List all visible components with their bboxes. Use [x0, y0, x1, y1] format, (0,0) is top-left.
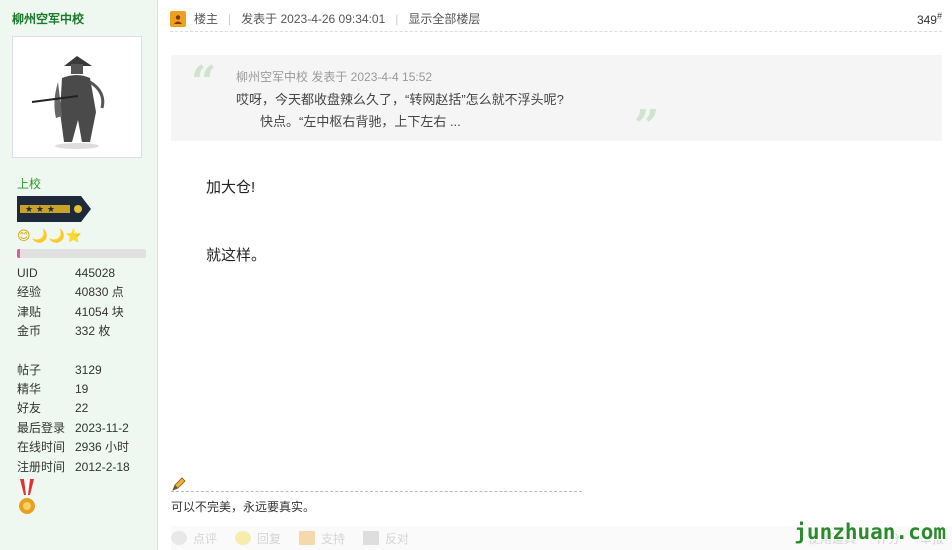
rank-insignia-icon: ★ ★ ★ — [17, 196, 91, 222]
stat-last-login: 最后登录 2023-11-2 — [17, 419, 152, 438]
oppose-button[interactable]: 反对 — [363, 530, 409, 547]
floor-number-value: 349 — [916, 12, 937, 27]
stat-label: UID — [17, 266, 38, 280]
stat-gold: 金币 332 枚 — [17, 322, 152, 341]
support-label: 支持 — [321, 531, 346, 546]
stat-registered: 注册时间 2012-2-18 — [17, 458, 152, 477]
stat-allowance: 津贴 41054 块 — [17, 303, 152, 322]
stat-value: 41054 块 — [75, 304, 124, 319]
medal-badge-icon[interactable] — [17, 479, 37, 517]
stat-value[interactable]: 19 — [75, 380, 88, 399]
oppose-label: 反对 — [385, 531, 410, 546]
posted-prefix: 发表于 — [241, 12, 278, 26]
medal-icons: 😊🌙🌙⭐ — [17, 228, 84, 243]
reply-button[interactable]: 回复 — [235, 530, 281, 547]
stat-label: 经验 — [17, 285, 42, 300]
stat-online-time: 在线时间 2936 小时 — [17, 438, 152, 457]
stat-value[interactable]: 22 — [75, 399, 88, 418]
thumbs-up-icon — [299, 531, 316, 545]
author-sidebar: 柳州空军中校 上校 ★ ★ ★ 😊🌙🌙⭐ UID 445028 经验 40830 点… — [0, 0, 158, 550]
avatar[interactable] — [12, 36, 142, 158]
reply-label: 回复 — [257, 531, 282, 546]
signature-text: 可以不完美，永远要真实。 — [171, 500, 316, 514]
post-main: 楼主 | 发表于 2023-4-26 09:34:01 | 显示全部楼层 349… — [158, 0, 952, 550]
stat-value: 2023-11-2 — [75, 420, 129, 435]
author-name[interactable]: 柳州空军中校 — [12, 10, 84, 27]
post-header: 楼主 | 发表于 2023-4-26 09:34:01 | 显示全部楼层 349… — [170, 6, 942, 32]
stat-experience: 经验 40830 点 — [17, 283, 152, 302]
post-content-line: 加大仓! — [206, 179, 256, 196]
support-button[interactable]: 支持 — [299, 530, 345, 547]
avatar-image — [31, 56, 105, 149]
stat-label: 好友 — [17, 401, 42, 416]
quote-line: 快点。“左中枢右背驰，上下左右 ... — [260, 114, 461, 129]
stat-uid: UID 445028 — [17, 264, 152, 283]
comment-button[interactable]: 点评 — [171, 530, 217, 547]
comment-label: 点评 — [193, 531, 218, 546]
floor-hash: # — [936, 10, 942, 21]
stat-value: 332 枚 — [75, 324, 111, 339]
stat-label: 最后登录 — [17, 420, 66, 435]
poster-label: 楼主 — [194, 12, 219, 26]
stat-value[interactable]: 3129 — [75, 361, 102, 380]
stat-value: 40830 点 — [75, 285, 124, 300]
stat-label: 津贴 — [17, 304, 42, 319]
stat-label: 金币 — [17, 324, 42, 339]
reply-icon — [235, 531, 252, 545]
header-divider: | — [228, 11, 232, 26]
signature-divider — [171, 491, 582, 492]
stat-value: 2936 小时 — [75, 440, 130, 455]
level-progress-bar — [17, 249, 146, 258]
level-progress-fill — [17, 249, 20, 258]
show-all-floors-link[interactable]: 显示全部楼层 — [408, 10, 480, 27]
poster-icon — [170, 10, 186, 27]
author-stats: UID 445028 经验 40830 点 津贴 41054 块 金币 332 枚 帖子… — [17, 264, 152, 477]
stat-label: 帖子 — [17, 362, 42, 377]
pencil-icon — [172, 477, 186, 491]
stat-posts: 帖子 3129 — [17, 361, 152, 380]
thumbs-down-icon — [363, 531, 380, 545]
quote-open-icon: “ — [191, 57, 217, 108]
stat-friends: 好友 22 — [17, 399, 152, 418]
quote-meta[interactable]: 柳州空军中校 发表于 2023-4-4 15:52 — [236, 68, 432, 85]
stat-value: 2012-2-18 — [75, 459, 130, 474]
stat-label: 精华 — [17, 381, 42, 396]
site-watermark: junzhuan.com — [794, 520, 946, 544]
stat-value[interactable]: 445028 — [75, 264, 115, 283]
quote-block: “ 柳州空军中校 发表于 2023-4-4 15:52 哎呀，今天都收盘辣么久了… — [171, 55, 942, 152]
header-divider: | — [395, 11, 399, 26]
quote-close-icon: ” — [634, 101, 660, 152]
comment-icon — [171, 531, 187, 545]
floor-number[interactable]: 349# — [917, 11, 942, 27]
post-content-line: 就这样。 — [206, 247, 267, 264]
posted-time: 2023-4-26 09:34:01 — [280, 11, 386, 26]
stat-label: 注册时间 — [17, 459, 66, 474]
stat-label: 在线时间 — [17, 440, 66, 455]
quote-line: 哎呀，今天都收盘辣么久了，“转网赵括”怎么就不浮头呢? — [236, 92, 564, 107]
stat-digest: 精华 19 — [17, 380, 152, 399]
rank-title[interactable]: 上校 — [17, 175, 41, 192]
svg-text:★ ★ ★: ★ ★ ★ — [25, 205, 55, 215]
